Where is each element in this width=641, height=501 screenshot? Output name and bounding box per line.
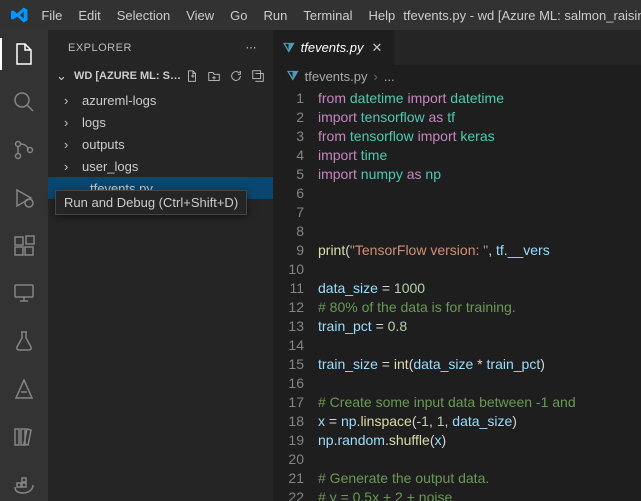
more-actions-icon[interactable]: ⋯	[242, 37, 262, 58]
docker-icon[interactable]	[0, 469, 48, 501]
tooltip: Run and Debug (Ctrl+Shift+D)	[55, 190, 247, 215]
testing-icon[interactable]	[0, 325, 48, 357]
tab-tfevents[interactable]: ⧩ tfevents.py ✕	[273, 30, 395, 65]
chevron-right-icon: ›	[64, 93, 76, 108]
tree-folder-outputs[interactable]: › outputs	[48, 133, 273, 155]
file-tree: ›azureml-logs›logs›outputs›user_logs tfe…	[48, 87, 273, 199]
menu-help[interactable]: Help	[360, 0, 403, 30]
menu-go[interactable]: Go	[222, 0, 255, 30]
chevron-right-icon: ›	[64, 137, 76, 152]
library-icon[interactable]	[0, 421, 48, 453]
editor: ⧩ tfevents.py ✕ ⧩ tfevents.py › ... 1234…	[273, 30, 641, 501]
remote-explorer-icon[interactable]	[0, 278, 48, 310]
editor-tabs: ⧩ tfevents.py ✕	[273, 30, 641, 65]
sidebar-title: EXPLORER	[68, 42, 132, 54]
line-numbers: 12345678910111213141516171819202122	[273, 87, 318, 501]
sidebar: EXPLORER ⋯ ⌄ WD [AZURE ML: SA... › azurem…	[48, 30, 273, 501]
window-title: tfevents.py - wd [Azure ML: salmon_raisi…	[403, 8, 641, 23]
tree-folder-logs[interactable]: › logs	[48, 111, 273, 133]
breadcrumb[interactable]: ⧩ tfevents.py › ...	[273, 65, 641, 87]
tab-label: tfevents.py	[301, 40, 364, 55]
code-lines[interactable]: from datetime import datetimeimport tens…	[318, 87, 641, 501]
tree-label: logs	[82, 115, 106, 130]
run-debug-icon[interactable]	[0, 182, 48, 214]
sidebar-header: EXPLORER ⋯	[48, 30, 273, 65]
menu-view[interactable]: View	[178, 0, 222, 30]
menu-selection[interactable]: Selection	[109, 0, 178, 30]
workspace-label: WD [AZURE ML: SA...	[74, 70, 181, 82]
menu-terminal[interactable]: Terminal	[295, 0, 360, 30]
new-file-icon[interactable]	[185, 69, 199, 83]
tree-folder-azureml-logs[interactable]: › azureml-logs	[48, 89, 273, 111]
tree-label: user_logs	[82, 159, 138, 174]
refresh-icon[interactable]	[229, 69, 243, 83]
menubar: FileEditSelectionViewGoRunTerminalHelp t…	[0, 0, 641, 30]
chevron-right-icon: ›	[373, 69, 377, 84]
workspace-actions	[185, 69, 265, 83]
workspace-section[interactable]: ⌄ WD [AZURE ML: SA...	[48, 65, 273, 87]
chevron-right-icon: ›	[64, 159, 76, 174]
source-control-icon[interactable]	[0, 134, 48, 166]
search-icon[interactable]	[0, 86, 48, 118]
python-file-icon: ⧩	[283, 40, 295, 56]
menu-file[interactable]: File	[33, 0, 70, 30]
collapse-icon[interactable]	[251, 69, 265, 83]
python-file-icon: ⧩	[287, 68, 299, 84]
chevron-down-icon: ⌄	[56, 68, 70, 84]
tree-label: azureml-logs	[82, 93, 156, 108]
menu-run[interactable]: Run	[256, 0, 296, 30]
azure-icon[interactable]	[0, 373, 48, 405]
activity-bar	[0, 30, 48, 501]
code-area[interactable]: 12345678910111213141516171819202122 from…	[273, 87, 641, 501]
chevron-right-icon: ›	[64, 115, 76, 130]
close-icon[interactable]: ✕	[369, 38, 384, 58]
vscode-logo-icon	[8, 0, 31, 30]
extensions-icon[interactable]	[0, 230, 48, 262]
tree-label: outputs	[82, 137, 125, 152]
new-folder-icon[interactable]	[207, 69, 221, 83]
menu-edit[interactable]: Edit	[70, 0, 108, 30]
tree-folder-user-logs[interactable]: › user_logs	[48, 155, 273, 177]
explorer-icon[interactable]	[0, 38, 48, 70]
breadcrumb-more: ...	[384, 69, 395, 84]
breadcrumb-file: tfevents.py	[305, 69, 368, 84]
